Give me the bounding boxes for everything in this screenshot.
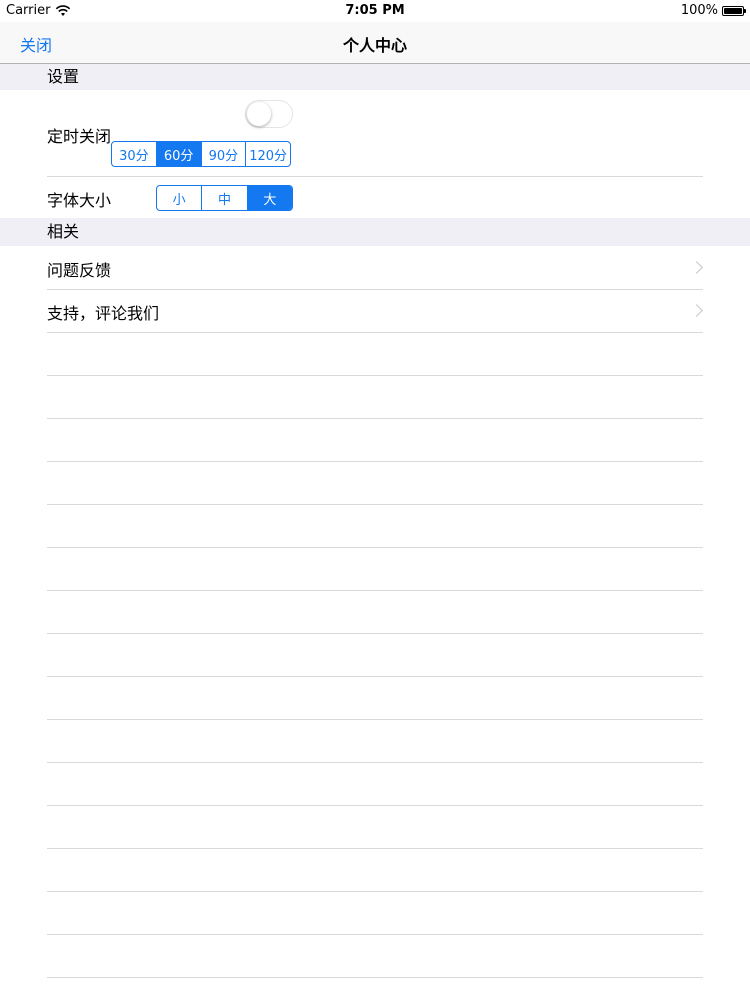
separator [47, 461, 703, 462]
section-title-related: 相关 [47, 222, 80, 241]
separator [47, 375, 703, 376]
separator [47, 934, 703, 935]
timer-switch[interactable] [245, 100, 293, 128]
font-size-row: 字体大小 小中大 [0, 177, 750, 218]
feedback-row[interactable]: 问题反馈 [0, 246, 750, 289]
timer-segment[interactable]: 90分 [202, 142, 247, 166]
battery-status: 100% [680, 3, 746, 18]
font-size-segmented-control: 小中大 [156, 185, 293, 211]
separator [47, 977, 703, 978]
separator [47, 805, 703, 806]
page-title: 个人中心 [342, 36, 407, 55]
font-size-segment[interactable]: 大 [247, 186, 292, 210]
switch-knob [247, 102, 271, 126]
chevron-right-icon [690, 261, 703, 274]
font-size-segment[interactable]: 小 [157, 186, 203, 210]
font-size-segment[interactable]: 中 [202, 186, 248, 210]
battery-fill [724, 7, 742, 14]
timer-label: 定时关闭 [47, 127, 112, 146]
support-review-row[interactable]: 支持，评论我们 [0, 290, 750, 332]
support-review-label: 支持，评论我们 [47, 304, 160, 323]
timer-segment[interactable]: 120分 [246, 142, 290, 166]
section-header-settings: 设置 [0, 64, 750, 90]
separator [47, 547, 703, 548]
font-size-label: 字体大小 [47, 191, 112, 210]
separator [47, 762, 703, 763]
separator [47, 848, 703, 849]
section-title-settings: 设置 [47, 67, 80, 86]
battery-percent: 100% [680, 3, 718, 18]
separator [47, 676, 703, 677]
separator [47, 719, 703, 720]
status-bar: Carrier 7:05 PM 100% [0, 0, 750, 22]
chevron-right-icon [690, 304, 703, 317]
section-header-related: 相关 [0, 218, 750, 246]
feedback-label: 问题反馈 [47, 261, 112, 280]
separator [47, 590, 703, 591]
timer-segment[interactable]: 60分 [156, 142, 202, 166]
navigation-bar: 关闭 个人中心 [0, 22, 750, 64]
separator [47, 633, 703, 634]
timer-segmented-control: 30分 60分 90分 120分 [111, 141, 291, 167]
timer-segment[interactable]: 30分 [112, 142, 157, 166]
battery-icon [722, 5, 746, 16]
separator [47, 332, 703, 333]
separator [47, 418, 703, 419]
separator [47, 891, 703, 892]
timer-row: 定时关闭 30分 60分 90分 120分 [0, 90, 750, 176]
clock: 7:05 PM [345, 3, 405, 18]
separator [47, 504, 703, 505]
